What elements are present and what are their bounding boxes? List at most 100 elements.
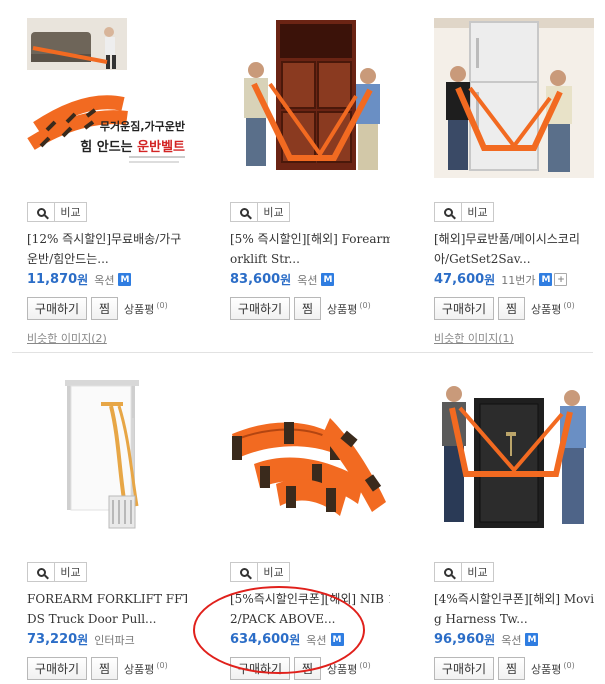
buy-button[interactable]: 구매하기	[27, 297, 87, 320]
price-row: 83,600 원 옥션 M	[230, 271, 335, 288]
product-thumbnail[interactable]	[230, 378, 390, 538]
price-unit: 원	[484, 273, 496, 287]
similar-images-link[interactable]: 비슷한 이미지(1)	[434, 330, 514, 346]
review-link[interactable]: 상품평 (0)	[531, 301, 575, 317]
wishlist-button[interactable]: 찜	[91, 297, 118, 320]
more-markets-plus-icon[interactable]: +	[554, 273, 568, 286]
compare-button[interactable]: 비교	[461, 562, 494, 582]
price-unit: 원	[484, 633, 496, 647]
price-unit: 원	[289, 633, 301, 647]
tool-buttons: 비교	[230, 562, 290, 582]
wishlist-button[interactable]: 찜	[498, 657, 525, 680]
review-link[interactable]: 상품평 (0)	[327, 301, 371, 317]
action-buttons: 구매하기 찜 상품평 (0)	[27, 297, 168, 320]
review-link[interactable]: 상품평 (0)	[124, 301, 168, 317]
zoom-button[interactable]	[230, 202, 258, 222]
market-badge-icon: M	[118, 273, 132, 286]
review-link[interactable]: 상품평 (0)	[327, 661, 371, 677]
product-thumbnail[interactable]	[230, 18, 390, 178]
title-line: 아/GetSet2Sav...	[434, 252, 531, 266]
zoom-button[interactable]	[27, 562, 55, 582]
product-thumbnail[interactable]	[434, 18, 594, 178]
price-row: 47,600 원 11번가 M +	[434, 271, 568, 288]
market-badge-icon: M	[539, 273, 553, 286]
product-card: 비교 FOREARM FORKLIFT FFTDP DS Truck Door …	[27, 378, 207, 680]
title-line: [해외]무료반품/메이시스코리	[434, 232, 580, 246]
tool-buttons: 비교	[27, 562, 87, 582]
row-divider	[12, 352, 593, 353]
review-count: (0)	[156, 660, 168, 670]
title-line: orklift Str...	[230, 252, 300, 266]
seller: 옥션	[306, 633, 327, 647]
action-buttons: 구매하기 찜 상품평 (0)	[434, 297, 575, 320]
title-line: 2/PACK ABOVE...	[230, 612, 336, 626]
wishlist-button[interactable]: 찜	[294, 297, 321, 320]
product-image	[434, 378, 594, 538]
review-label: 상품평	[327, 302, 358, 316]
market-badge-icon: M	[525, 633, 539, 646]
wishlist-button[interactable]: 찜	[498, 297, 525, 320]
product-card: 비교 [4%즉시할인쿠폰][해외] Movin g Harness Tw... …	[434, 378, 605, 680]
price: 11,870	[27, 272, 78, 287]
compare-button[interactable]: 비교	[257, 562, 290, 582]
price-unit: 원	[77, 633, 89, 647]
product-image: 무거운짐,가구운반 힘 안드는 운반벨트	[27, 18, 187, 178]
action-buttons: 구매하기 찜 상품평 (0)	[27, 657, 168, 680]
zoom-button[interactable]	[27, 202, 55, 222]
review-count: (0)	[359, 300, 371, 310]
product-title[interactable]: [5%즉시할인쿠폰][해외] NIB 1 2/PACK ABOVE...	[230, 589, 390, 629]
price-row: 11,870 원 옥션 M	[27, 271, 132, 288]
market-badge-icon: M	[321, 273, 335, 286]
zoom-button[interactable]	[434, 202, 462, 222]
compare-button[interactable]: 비교	[54, 562, 87, 582]
compare-button[interactable]: 비교	[461, 202, 494, 222]
tool-buttons: 비교	[230, 202, 290, 222]
product-thumbnail[interactable]	[27, 378, 187, 538]
price: 47,600	[434, 272, 485, 287]
compare-button[interactable]: 비교	[54, 202, 87, 222]
wishlist-button[interactable]: 찜	[294, 657, 321, 680]
action-buttons: 구매하기 찜 상품평 (0)	[434, 657, 575, 680]
seller: 11번가	[501, 273, 536, 287]
product-thumbnail[interactable]: 무거운짐,가구운반 힘 안드는 운반벨트	[27, 18, 187, 178]
buy-button[interactable]: 구매하기	[230, 657, 290, 680]
price-unit: 원	[77, 273, 89, 287]
product-image	[230, 18, 390, 178]
tool-buttons: 비교	[27, 202, 87, 222]
review-count: (0)	[359, 660, 371, 670]
title-line: g Harness Tw...	[434, 612, 528, 626]
similar-images-link[interactable]: 비슷한 이미지(2)	[27, 330, 107, 346]
buy-button[interactable]: 구매하기	[434, 657, 494, 680]
product-image	[434, 18, 594, 178]
buy-button[interactable]: 구매하기	[434, 297, 494, 320]
product-title[interactable]: [5% 즉시할인][해외] Forearm F orklift Str...	[230, 229, 390, 269]
price: 634,600	[230, 632, 290, 647]
zoom-button[interactable]	[230, 562, 258, 582]
buy-button[interactable]: 구매하기	[230, 297, 290, 320]
product-image	[27, 378, 187, 538]
compare-button[interactable]: 비교	[257, 202, 290, 222]
review-label: 상품평	[327, 662, 358, 676]
action-buttons: 구매하기 찜 상품평 (0)	[230, 297, 371, 320]
title-line: 운반/힘안드는...	[27, 252, 109, 266]
review-link[interactable]: 상품평 (0)	[124, 661, 168, 677]
product-title[interactable]: [해외]무료반품/메이시스코리 아/GetSet2Sav...	[434, 229, 594, 269]
title-line: DS Truck Door Pull...	[27, 612, 157, 626]
title-line: FOREARM FORKLIFT FFTDP	[27, 592, 187, 606]
review-count: (0)	[563, 300, 575, 310]
seller: 옥션	[501, 633, 522, 647]
thumb-line1: 무거운짐,가구운반	[100, 119, 185, 133]
price: 83,600	[230, 272, 281, 287]
title-line: [12% 즉시할인]무료배송/가구	[27, 232, 182, 246]
wishlist-button[interactable]: 찜	[91, 657, 118, 680]
product-grid: 무거운짐,가구운반 힘 안드는 운반벨트 비교 [12% 즉시할인]무료배송/가…	[0, 0, 605, 684]
review-label: 상품평	[124, 302, 155, 316]
buy-button[interactable]: 구매하기	[27, 657, 87, 680]
product-title[interactable]: [4%즉시할인쿠폰][해외] Movin g Harness Tw...	[434, 589, 594, 629]
product-title[interactable]: [12% 즉시할인]무료배송/가구 운반/힘안드는...	[27, 229, 187, 269]
review-label: 상품평	[124, 662, 155, 676]
zoom-button[interactable]	[434, 562, 462, 582]
product-title[interactable]: FOREARM FORKLIFT FFTDP DS Truck Door Pul…	[27, 589, 187, 629]
review-link[interactable]: 상품평 (0)	[531, 661, 575, 677]
product-thumbnail[interactable]	[434, 378, 594, 538]
